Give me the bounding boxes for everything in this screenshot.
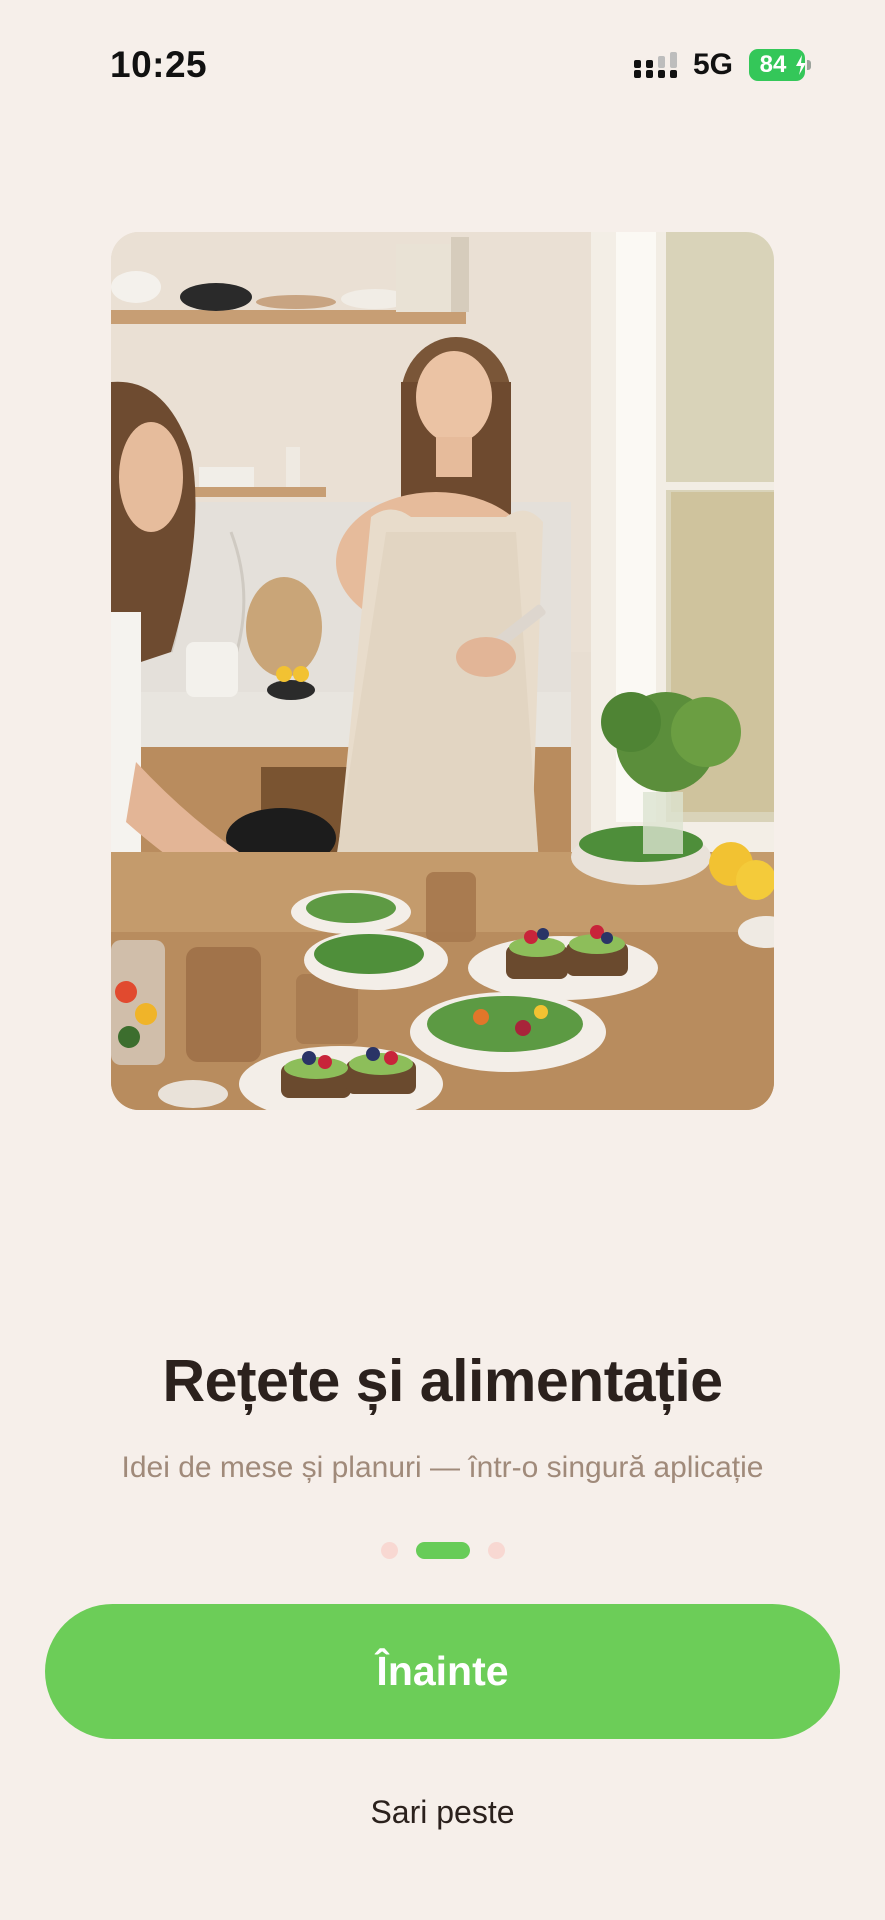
signal-bars-icon xyxy=(634,52,677,78)
onboarding-title: Rețete și alimentație xyxy=(162,1348,723,1414)
kitchen-scene-illustration xyxy=(111,232,774,1110)
network-type: 5G xyxy=(693,48,734,81)
battery-charging-icon: 84 xyxy=(749,49,811,81)
page-indicator xyxy=(0,1540,885,1560)
hero-image xyxy=(111,232,774,1110)
page-dot-1[interactable] xyxy=(380,1541,398,1559)
status-bar: 10:25 5G 84 xyxy=(0,0,885,130)
onboarding-subtitle: Idei de mese și planuri — într-o singură… xyxy=(121,1451,764,1484)
page-dot-3[interactable] xyxy=(487,1541,505,1559)
skip-link[interactable]: Sari peste xyxy=(0,1794,885,1831)
next-button[interactable]: Înainte xyxy=(45,1604,840,1739)
battery-tip xyxy=(807,60,811,70)
charging-bolt-icon xyxy=(796,55,806,75)
page-dot-2-active[interactable] xyxy=(415,1541,470,1559)
status-time: 10:25 xyxy=(110,44,208,85)
